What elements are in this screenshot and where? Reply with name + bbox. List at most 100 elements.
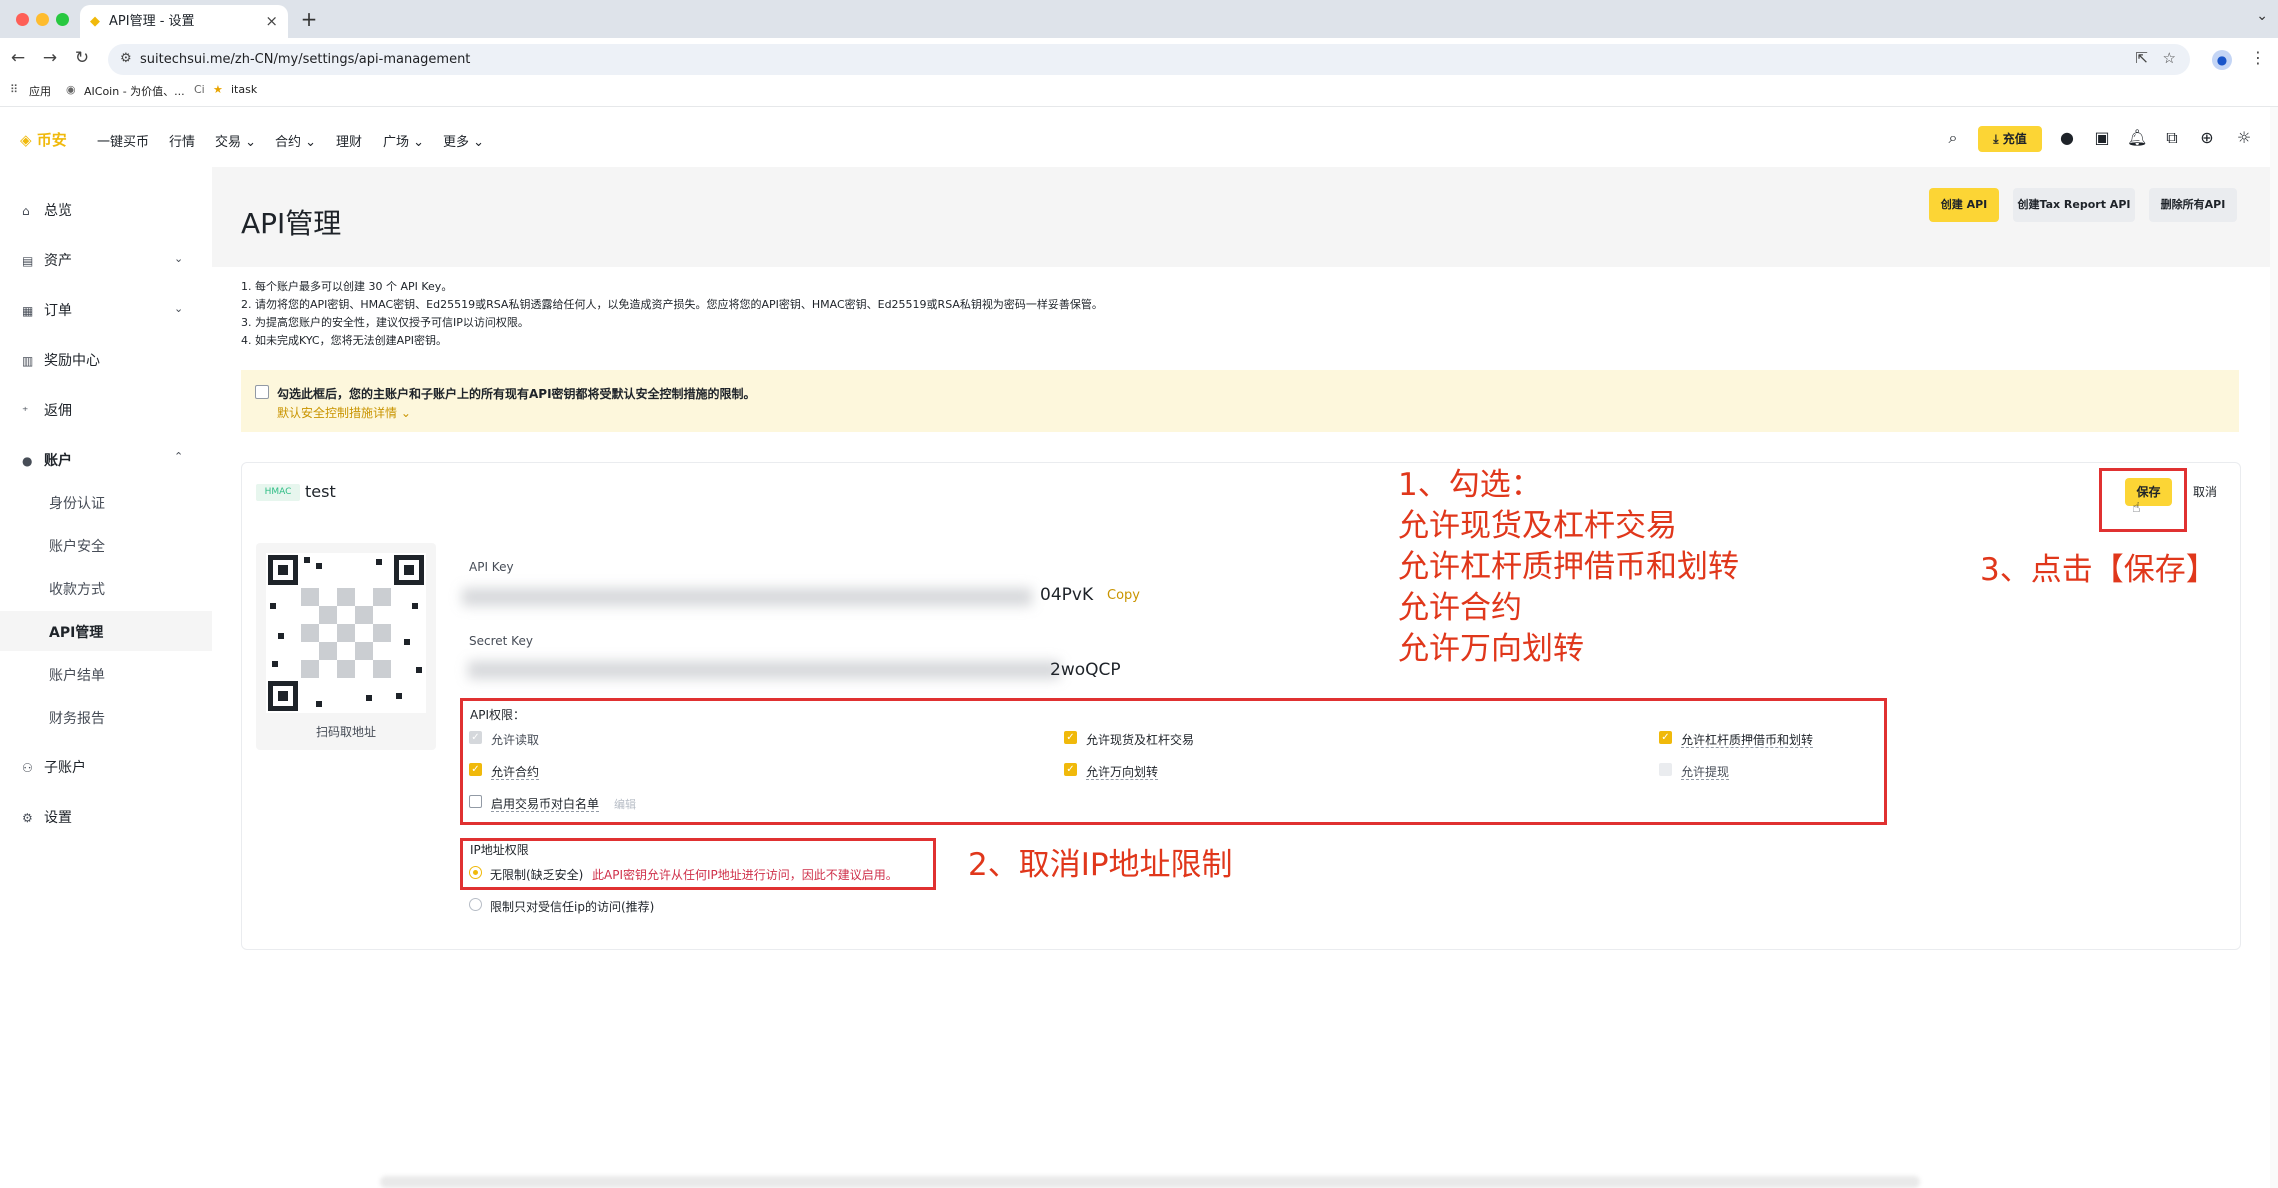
binance-logo[interactable]: ◈ 币安 — [20, 129, 67, 150]
sidebar-item-account[interactable]: ● 账户 — [22, 450, 72, 470]
ip-highlight-box — [460, 838, 936, 890]
cancel-button[interactable]: 取消 — [2180, 478, 2230, 506]
bookmark-ci[interactable]: Ci — [194, 83, 205, 96]
scrollbar[interactable] — [2270, 107, 2278, 1188]
annotation-line: 允许现货及杠杆交易 — [1398, 508, 1677, 544]
apps-grid-icon[interactable]: ⠿ — [10, 83, 18, 96]
secret-key-value: 2woQCP — [1050, 660, 1121, 680]
security-details-link[interactable]: 默认安全控制措施详情 ⌄ — [277, 404, 411, 421]
minimize-window-icon[interactable] — [36, 13, 49, 26]
address-bar[interactable]: ⚙ suitechsui.me/zh-CN/my/settings/api-ma… — [108, 44, 2190, 75]
sidebar-item-orders[interactable]: ▦ 订单 — [22, 300, 72, 320]
browser-menu-icon[interactable]: ⋮ — [2250, 48, 2266, 67]
reload-icon[interactable]: ↻ — [70, 46, 94, 70]
security-warning-box: 勾选此框后，您的主账户和子账户上的所有现有API密钥都将受默认安全控制措施的限制… — [241, 370, 2239, 432]
sidebar-item-security[interactable]: 账户安全 — [49, 536, 105, 556]
api-notes: 1. 每个账户最多可以创建 30 个 API Key。 2. 请勿将您的API密… — [241, 278, 1103, 350]
bookmark-itask[interactable]: itask — [231, 83, 257, 96]
annotation-step3: 3、点击【保存】 — [1980, 552, 2217, 588]
delete-all-api-button[interactable]: 删除所有API — [2149, 188, 2237, 222]
window-bottom-edge — [380, 1176, 1920, 1188]
aicoin-favicon-icon: ◉ — [66, 83, 76, 96]
chevron-down-icon[interactable]: ⌄ — [174, 252, 183, 265]
sidebar-item-referral[interactable]: ⁺ 返佣 — [22, 400, 72, 420]
chevron-up-icon[interactable]: ⌃ — [174, 450, 183, 463]
annotation-line: 1、勾选： — [1398, 467, 1542, 503]
sidebar-item-api-management[interactable]: API管理 — [49, 622, 103, 642]
wallet-icon: ▤ — [22, 254, 34, 268]
note-line: 4. 如未完成KYC，您将无法创建API密钥。 — [241, 334, 448, 347]
chevron-down-icon[interactable]: ⌄ — [174, 302, 183, 315]
tab-title: API管理 - 设置 — [109, 14, 195, 29]
create-api-button[interactable]: 创建 API — [1929, 188, 1999, 222]
note-line: 2. 请勿将您的API密钥、HMAC密钥、Ed25519或RSA私钥透露给任何人… — [241, 298, 1103, 311]
notification-bell-icon[interactable]: 🔔︎ — [2127, 128, 2147, 148]
nav-square[interactable]: 广场 ⌄ — [383, 131, 424, 150]
sidebar-item-identity[interactable]: 身份认证 — [49, 493, 105, 513]
sidebar-item-statements[interactable]: 账户结单 — [49, 665, 105, 685]
annotation-step2: 2、取消IP地址限制 — [968, 847, 1233, 883]
nav-markets[interactable]: 行情 — [169, 131, 195, 150]
chevron-down-icon: ⌄ — [241, 135, 257, 150]
copy-api-key-button[interactable]: Copy — [1107, 588, 1140, 603]
bookmark-apps[interactable]: 应用 — [29, 83, 51, 99]
default-security-checkbox[interactable] — [255, 385, 269, 399]
bookmark-aicoin[interactable]: AICoin - 为价值、... — [84, 83, 185, 99]
api-key-redacted — [462, 588, 1032, 606]
tab-search-icon[interactable]: ⌄ — [2256, 8, 2268, 24]
close-tab-icon[interactable]: × — [265, 5, 278, 38]
download-app-icon[interactable]: ⧉ — [2162, 128, 2182, 148]
sidebar-item-subaccount[interactable]: ⚇ 子账户 — [22, 757, 86, 777]
sidebar-item-rewards[interactable]: ▥ 奖励中心 — [22, 350, 100, 370]
user-icon[interactable]: ● — [2057, 128, 2077, 148]
annotation-line: 允许万向划转 — [1398, 631, 1584, 667]
chevron-down-icon: ⌄ — [469, 135, 485, 150]
deposit-button[interactable]: ⤓ 充值 — [1978, 126, 2042, 152]
theme-toggle-icon[interactable]: ☼ — [2234, 128, 2254, 148]
browser-tab-strip — [0, 0, 2278, 38]
url-text[interactable]: suitechsui.me/zh-CN/my/settings/api-mana… — [140, 44, 470, 75]
sidebar-item-overview[interactable]: ⌂ 总览 — [22, 200, 72, 220]
forward-icon[interactable]: → — [38, 46, 62, 70]
users-icon: ⚇ — [22, 761, 33, 775]
annotation-step1: 1、勾选： 允许现货及杠杆交易 允许杠杆质押借币和划转 允许合约 允许万向划转 — [1398, 465, 1739, 670]
api-key-name: test — [305, 482, 336, 501]
bookmarks-bar: ⠿ 应用 ◉ AICoin - 为价值、... Ci ★ itask — [0, 79, 2278, 103]
nav-trade[interactable]: 交易 ⌄ — [215, 131, 256, 150]
ip-restricted-radio[interactable] — [469, 898, 482, 911]
profile-avatar-icon[interactable]: ● — [2212, 50, 2232, 70]
wallet-icon[interactable]: ▣ — [2092, 128, 2112, 148]
new-tab-button[interactable]: + — [296, 6, 322, 32]
save-highlight-box — [2099, 468, 2187, 532]
ip-restricted-label[interactable]: 限制只对受信任ip的访问(推荐) — [490, 898, 654, 915]
nav-buy-crypto[interactable]: 一键买币 — [97, 131, 149, 150]
sidebar-item-payment[interactable]: 收款方式 — [49, 579, 105, 599]
search-icon[interactable]: ⌕ — [1943, 128, 1963, 148]
sidebar-item-assets[interactable]: ▤ 资产 — [22, 250, 72, 270]
site-info-icon[interactable]: ⚙ — [120, 51, 132, 66]
secret-key-label: Secret Key — [469, 634, 533, 648]
sidebar-item-settings[interactable]: ⚙ 设置 — [22, 807, 72, 827]
star-favicon-icon: ★ — [213, 83, 223, 96]
hmac-badge: HMAC — [256, 484, 300, 501]
ticket-icon: ▥ — [22, 354, 34, 368]
nav-futures[interactable]: 合约 ⌄ — [275, 131, 316, 150]
nav-earn[interactable]: 理财 — [336, 131, 362, 150]
language-globe-icon[interactable]: ⊕ — [2197, 128, 2217, 148]
note-line: 1. 每个账户最多可以创建 30 个 API Key。 — [241, 280, 453, 293]
nav-more[interactable]: 更多 ⌄ — [443, 131, 484, 150]
bookmark-star-icon[interactable]: ☆ — [2163, 49, 2176, 67]
add-user-icon: ⁺ — [22, 404, 29, 418]
user-icon: ● — [22, 454, 33, 468]
close-window-icon[interactable] — [16, 13, 29, 26]
back-icon[interactable]: ← — [6, 46, 30, 70]
binance-favicon-icon: ◆ — [90, 14, 100, 29]
sidebar-item-reports[interactable]: 财务报告 — [49, 708, 105, 728]
create-tax-report-api-button[interactable]: 创建Tax Report API — [2013, 188, 2135, 222]
home-icon: ⌂ — [22, 204, 30, 218]
secret-key-redacted — [468, 661, 1060, 679]
maximize-window-icon[interactable] — [56, 13, 69, 26]
browser-tab[interactable]: ◆ API管理 - 设置 × — [80, 5, 288, 38]
open-in-app-icon[interactable]: ⇱ — [2135, 49, 2148, 67]
orders-icon: ▦ — [22, 304, 34, 318]
